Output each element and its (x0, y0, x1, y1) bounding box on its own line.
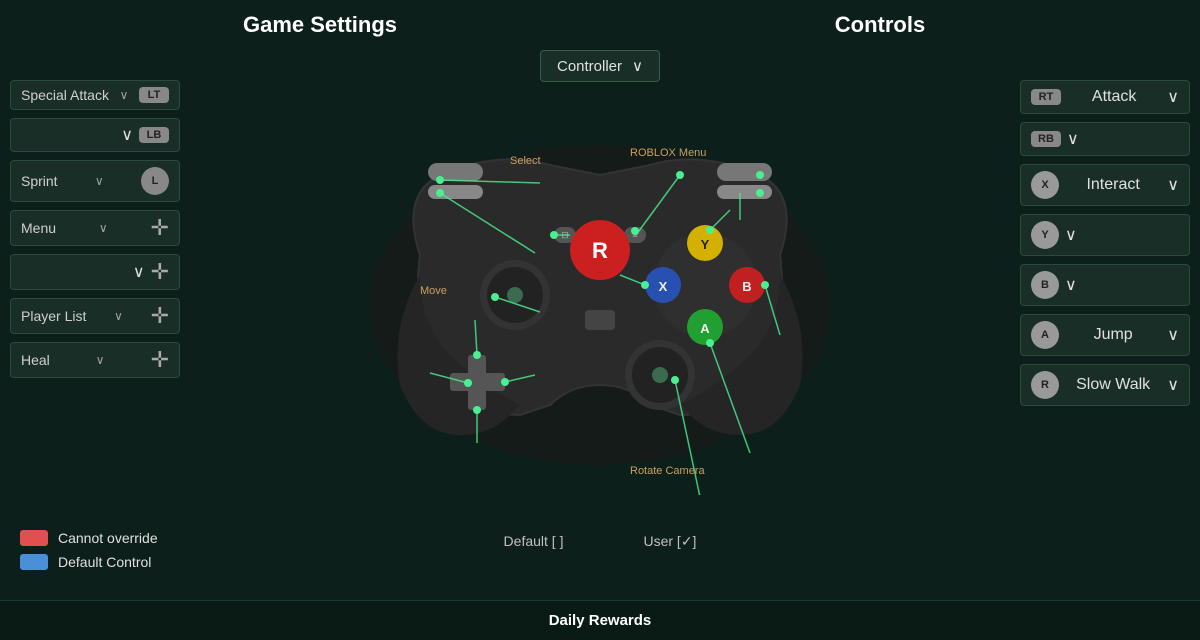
header: Game Settings Controls (0, 0, 1200, 38)
controller-dropdown[interactable]: Controller ∨ (540, 50, 660, 82)
legend: Cannot override Default Control (20, 530, 158, 570)
lt-badge: LT (139, 87, 169, 103)
controller-svg: Y X B A ⊟ ≡ R (320, 75, 880, 495)
b-chevron: ∨ (1065, 275, 1077, 295)
svg-text:X: X (659, 279, 668, 294)
svg-text:B: B (742, 279, 751, 294)
rb-btn[interactable]: RB ∨ (1020, 122, 1190, 156)
player-list-label: Player List (21, 308, 86, 324)
menu-chevron: ∨ (99, 221, 108, 235)
heal-btn[interactable]: Heal ∨ ✛ (10, 342, 180, 378)
player-list-chevron: ∨ (114, 309, 123, 323)
menu-btn[interactable]: Menu ∨ ✛ (10, 210, 180, 246)
controller-dropdown-label: Controller (557, 58, 622, 75)
b-btn[interactable]: B ∨ (1020, 264, 1190, 306)
default-control-legend: Default Control (20, 554, 158, 570)
interact-label: Interact (1086, 176, 1139, 194)
jump-label: Jump (1094, 326, 1133, 344)
l-badge: L (141, 167, 169, 195)
sprint-label: Sprint (21, 173, 58, 189)
svg-text:Y: Y (701, 237, 710, 252)
a-badge: A (1031, 321, 1059, 349)
controls-title: Controls (600, 12, 1160, 38)
svg-text:R: R (592, 238, 608, 263)
attack-chevron: ∨ (1167, 87, 1179, 107)
default-label: Default [ ] (504, 533, 564, 550)
y-chevron: ∨ (1065, 225, 1077, 245)
cannot-override-legend: Cannot override (20, 530, 158, 546)
x-badge: X (1031, 171, 1059, 199)
lb-badge: LB (139, 127, 169, 143)
rt-badge: RT (1031, 89, 1061, 105)
roblox-menu-label: ROBLOX Menu (630, 147, 706, 159)
dpad-icon-2: ✛ (151, 261, 169, 283)
jump-btn[interactable]: A Jump ∨ (1020, 314, 1190, 356)
right-panel: RT Attack ∨ RB ∨ X Interact ∨ Y ∨ B ∨ A … (1020, 80, 1190, 406)
dpad-empty-btn[interactable]: ∨ ✛ (10, 254, 180, 290)
dpad-icon-4: ✛ (151, 349, 169, 371)
sprint-chevron: ∨ (95, 174, 104, 188)
dpad-icon-3: ✛ (151, 305, 169, 327)
menu-label: Menu (21, 220, 56, 236)
left-panel: Special Attack ∨ LT ∨ LB Sprint ∨ L Menu… (10, 80, 180, 378)
rb-chevron: ∨ (1067, 129, 1079, 149)
default-control-color (20, 554, 48, 570)
player-list-btn[interactable]: Player List ∨ ✛ (10, 298, 180, 334)
y-badge: Y (1031, 221, 1059, 249)
heal-label: Heal (21, 352, 50, 368)
interact-btn[interactable]: X Interact ∨ (1020, 164, 1190, 206)
lb-btn[interactable]: ∨ LB (10, 118, 180, 152)
cannot-override-color (20, 530, 48, 546)
cannot-override-text: Cannot override (58, 530, 158, 546)
heal-chevron: ∨ (96, 353, 105, 367)
r-badge: R (1031, 371, 1059, 399)
controller-area: Y X B A ⊟ ≡ R (320, 75, 880, 495)
slow-walk-btn[interactable]: R Slow Walk ∨ (1020, 364, 1190, 406)
slow-walk-chevron: ∨ (1167, 375, 1179, 395)
chevron-down-icon: ∨ (632, 57, 643, 75)
special-attack-btn[interactable]: Special Attack ∨ LT (10, 80, 180, 110)
attack-btn[interactable]: RT Attack ∨ (1020, 80, 1190, 114)
slow-walk-label: Slow Walk (1076, 376, 1150, 394)
special-attack-chevron: ∨ (120, 88, 129, 102)
sprint-btn[interactable]: Sprint ∨ L (10, 160, 180, 202)
default-control-text: Default Control (58, 554, 151, 570)
dpad-icon-1: ✛ (151, 217, 169, 239)
footer: Daily Rewards (0, 600, 1200, 640)
bottom-labels: Default [ ] User [✓] (504, 533, 697, 550)
attack-label: Attack (1092, 88, 1136, 106)
user-label: User [✓] (643, 533, 696, 550)
rotate-camera-label: Rotate Camera (630, 465, 705, 477)
dpad-empty-chevron: ∨ (133, 262, 145, 282)
rb-badge: RB (1031, 131, 1061, 147)
jump-chevron: ∨ (1167, 325, 1179, 345)
y-btn[interactable]: Y ∨ (1020, 214, 1190, 256)
lb-chevron: ∨ (121, 125, 133, 145)
special-attack-label: Special Attack (21, 87, 109, 103)
move-label: Move (420, 285, 447, 297)
svg-text:A: A (700, 321, 710, 336)
interact-chevron: ∨ (1167, 175, 1179, 195)
game-settings-title: Game Settings (40, 12, 600, 38)
b-badge: B (1031, 271, 1059, 299)
daily-rewards-text: Daily Rewards (549, 612, 652, 629)
select-label: Select (510, 155, 541, 167)
